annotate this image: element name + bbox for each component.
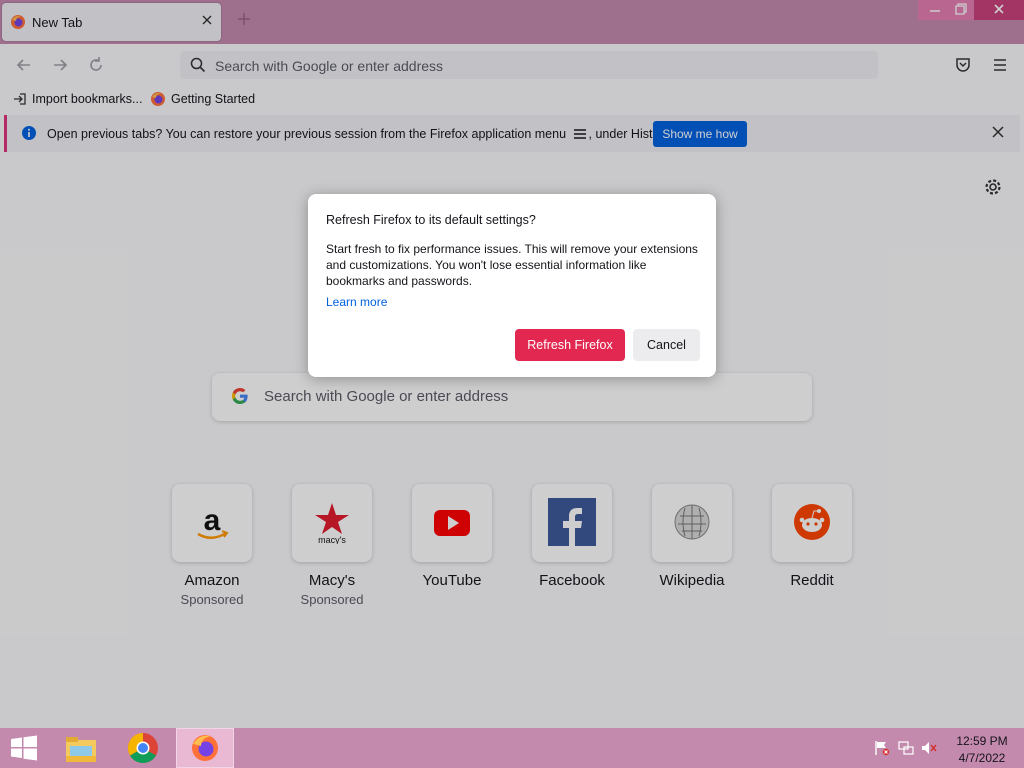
firefox-icon (190, 733, 220, 763)
learn-more-link[interactable]: Learn more (326, 295, 387, 309)
file-explorer-icon[interactable] (64, 734, 98, 764)
dialog-body: Start fresh to fix performance issues. T… (326, 242, 698, 288)
volume-muted-icon[interactable] (921, 740, 937, 756)
clock-date[interactable]: 4/7/2022 (950, 751, 1014, 765)
cancel-button[interactable]: Cancel (633, 329, 700, 361)
network-icon[interactable] (898, 740, 914, 756)
clock-time[interactable]: 12:59 PM (950, 734, 1014, 748)
windows-start-icon[interactable] (10, 735, 38, 761)
refresh-firefox-dialog: Refresh Firefox to its default settings?… (308, 194, 716, 377)
refresh-firefox-button[interactable]: Refresh Firefox (515, 329, 625, 361)
dialog-title: Refresh Firefox to its default settings? (326, 213, 536, 227)
action-center-flag-icon[interactable] (874, 740, 890, 756)
chrome-icon[interactable] (127, 732, 159, 764)
taskbar-firefox-button[interactable] (176, 728, 234, 768)
